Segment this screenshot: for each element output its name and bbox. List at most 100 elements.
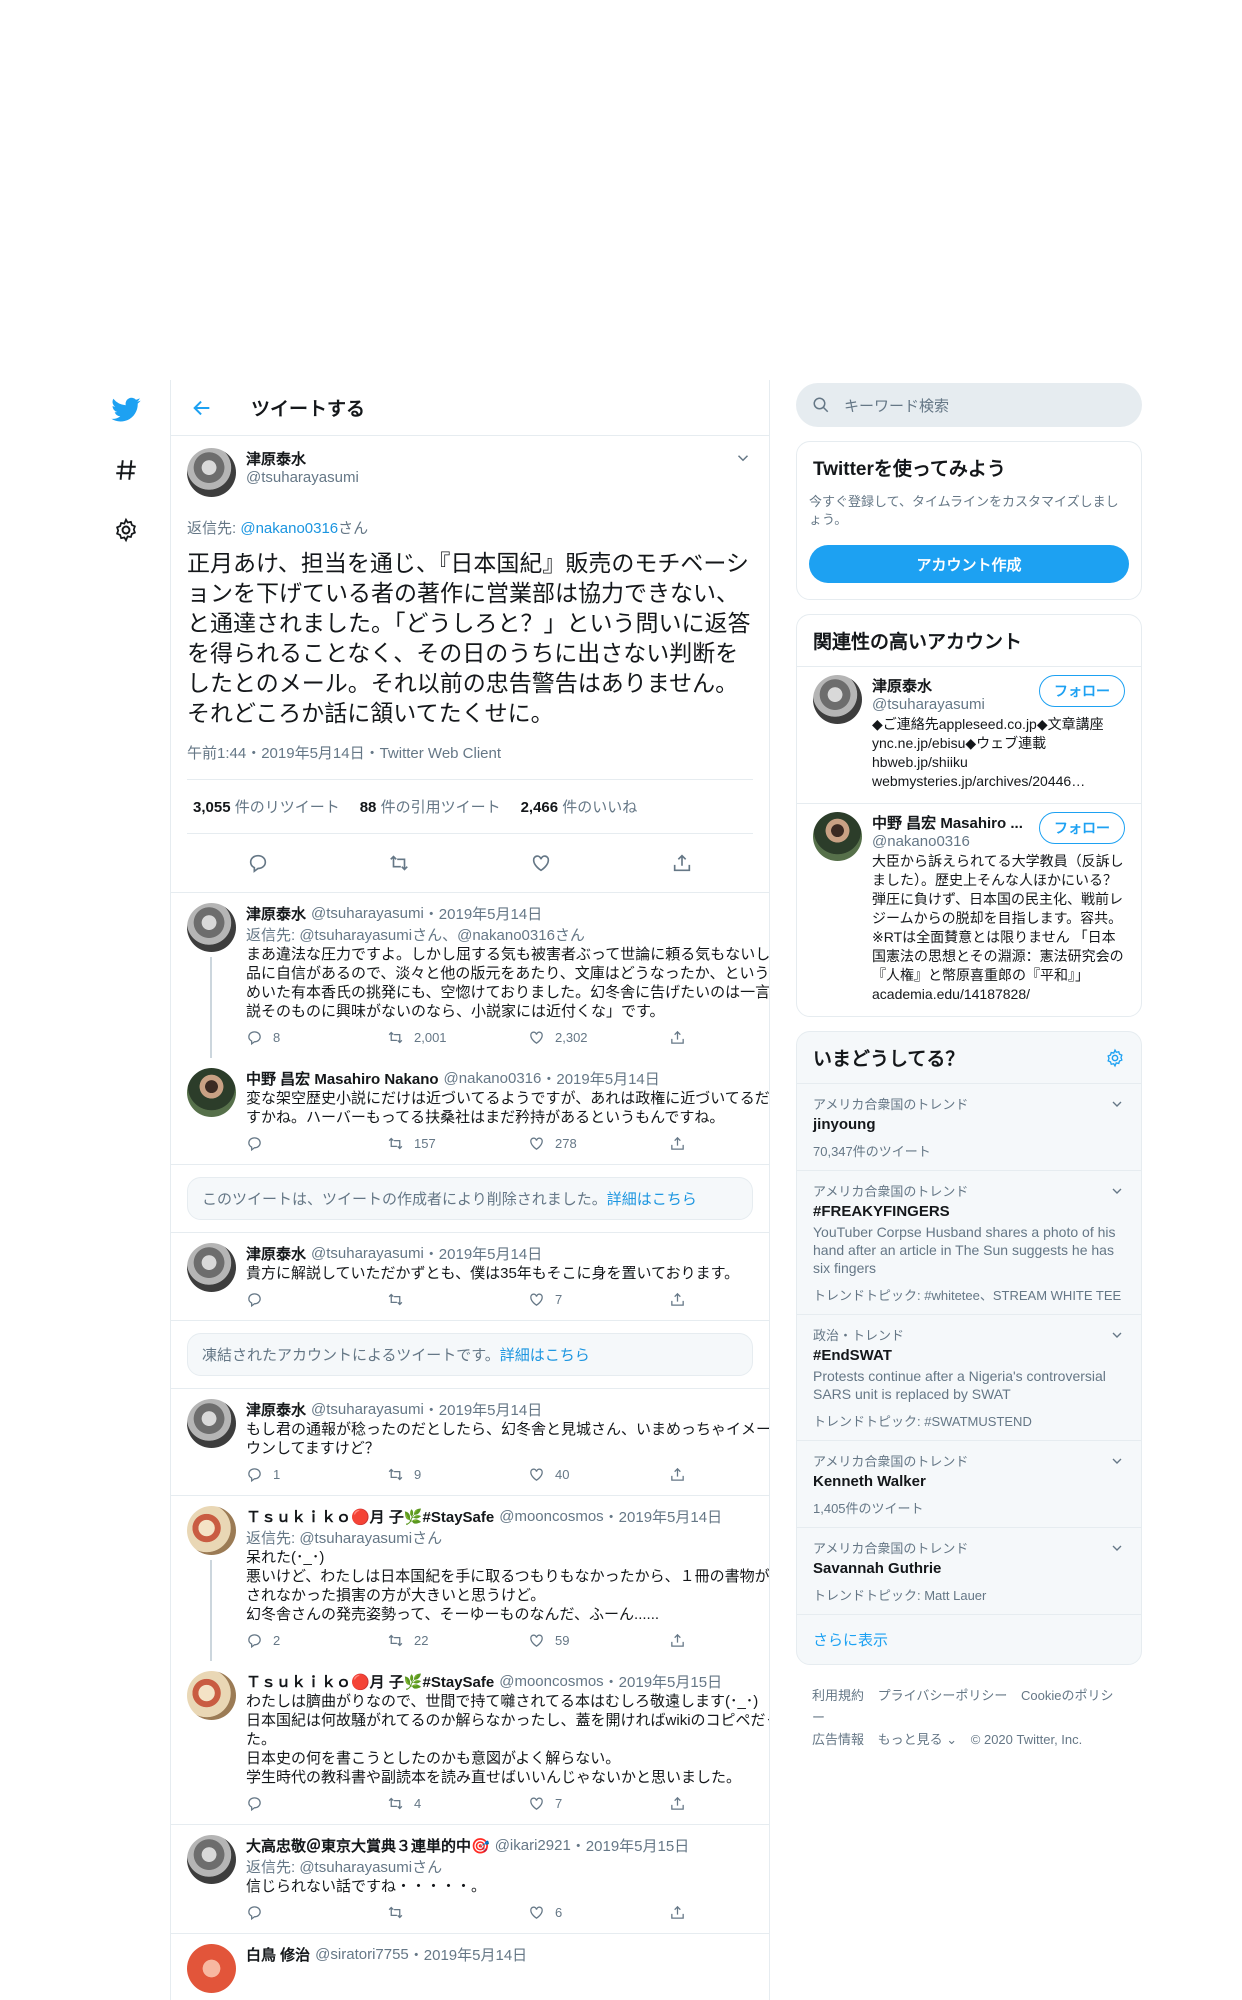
tweet-menu-button[interactable] <box>733 448 753 468</box>
reply-button[interactable] <box>246 1291 387 1308</box>
reply-to[interactable]: 返信先: @tsuharayasumiさん、@nakano0316さん <box>246 924 769 945</box>
share-button[interactable] <box>669 1135 770 1152</box>
share-button[interactable] <box>669 1632 770 1649</box>
search-input[interactable]: キーワード検索 <box>796 383 1142 427</box>
like-icon[interactable] <box>530 852 552 874</box>
avatar[interactable] <box>187 1506 236 1555</box>
reply-to[interactable]: 返信先: @tsuharayasumiさん <box>246 1856 769 1877</box>
avatar[interactable] <box>187 903 236 952</box>
trend-item[interactable]: アメリカ合衆国のトレンド Savannah Guthrie トレンドトピック: … <box>797 1527 1141 1614</box>
user-name[interactable]: 白鳥 修治 <box>246 1944 310 1965</box>
likes-stat[interactable]: 2,466 件のいいね <box>521 796 638 817</box>
like-button[interactable]: 40 <box>528 1466 669 1483</box>
user-handle[interactable]: @tsuharayasumi <box>311 1245 424 1262</box>
footer-link[interactable]: 広告情報 <box>812 1732 864 1747</box>
retweet-button[interactable]: 4 <box>387 1795 528 1812</box>
details-link[interactable]: 詳細はこちら <box>500 1347 590 1364</box>
twitter-home-button[interactable] <box>104 388 148 432</box>
user-handle[interactable]: @tsuharayasumi <box>311 1401 424 1418</box>
user-name[interactable]: 大高忠敬＠東京大賞典３連単的中🎯 <box>246 1835 490 1856</box>
tweet-date[interactable]: ・2019年5月14日 <box>409 1944 527 1965</box>
account-item[interactable]: 津原泰水 @tsuharayasumi フォロー ◆ご連絡先appleseed.… <box>797 666 1141 803</box>
trend-menu-button[interactable] <box>1107 1325 1127 1345</box>
user-handle[interactable]: @tsuharayasumi <box>246 469 733 486</box>
reply-to[interactable]: 返信先: @tsuharayasumiさん <box>246 1527 769 1548</box>
user-name[interactable]: Ｔｓｕｋｉｋｏ🔴月 子🌿#StaySafe <box>246 1506 494 1527</box>
user-name[interactable]: 中野 昌宏 Masahiro Nakano <box>246 1068 439 1089</box>
avatar[interactable] <box>187 1399 236 1448</box>
user-handle[interactable]: @mooncosmos <box>499 1673 603 1690</box>
avatar[interactable] <box>813 812 862 861</box>
avatar[interactable] <box>187 1671 236 1720</box>
account-name[interactable]: 中野 昌宏 Masahiro ... <box>872 812 1023 833</box>
avatar[interactable] <box>813 675 862 724</box>
reply-button[interactable]: 1 <box>246 1466 387 1483</box>
reply-handle-link[interactable]: @nakano0316 <box>240 520 338 537</box>
retweets-stat[interactable]: 3,055 件のリツイート <box>193 796 340 817</box>
share-button[interactable] <box>669 1795 770 1812</box>
tweet-date[interactable]: ・2019年5月14日 <box>541 1068 659 1089</box>
trend-menu-button[interactable] <box>1107 1451 1127 1471</box>
user-handle[interactable]: @tsuharayasumi <box>311 905 424 922</box>
retweet-button[interactable] <box>387 1291 528 1308</box>
footer-link[interactable]: もっと見る ⌄ <box>878 1732 958 1747</box>
account-handle[interactable]: @tsuharayasumi <box>872 696 985 713</box>
reply-tweet[interactable]: 大高忠敬＠東京大賞典３連単的中🎯 @ikari2921 ・2019年5月15日 返信… <box>171 1825 769 1934</box>
footer-link[interactable]: 利用規約 <box>812 1688 864 1703</box>
tweet-date[interactable]: ・2019年5月15日 <box>571 1835 689 1856</box>
share-button[interactable] <box>669 1466 770 1483</box>
reply-tweet[interactable]: 中野 昌宏 Masahiro Nakano @nakano0316 ・2019年5月… <box>171 1058 769 1165</box>
reply-tweet[interactable]: 津原泰水 @tsuharayasumi ・2019年5月14日 もし君の通報が稔った… <box>171 1389 769 1496</box>
user-handle[interactable]: @ikari2921 <box>495 1837 571 1854</box>
trend-item[interactable]: アメリカ合衆国のトレンド #FREAKYFINGERS YouTuber Cor… <box>797 1170 1141 1314</box>
avatar[interactable] <box>187 1835 236 1884</box>
avatar[interactable] <box>187 448 236 497</box>
reply-tweet[interactable]: 津原泰水 @tsuharayasumi ・2019年5月14日 返信先: @tsuh… <box>171 893 769 1058</box>
user-name[interactable]: 津原泰水 <box>246 448 733 469</box>
reply-tweet[interactable]: Ｔｓｕｋｉｋｏ🔴月 子🌿#StaySafe @mooncosmos ・2019年5月… <box>171 1661 769 1825</box>
avatar[interactable] <box>187 1068 236 1117</box>
account-name[interactable]: 津原泰水 <box>872 675 985 696</box>
back-button[interactable] <box>187 393 217 423</box>
reply-tweet[interactable]: 津原泰水 @tsuharayasumi ・2019年5月14日 貴方に解説していただ… <box>171 1233 769 1321</box>
user-handle[interactable]: @nakano0316 <box>444 1070 542 1087</box>
user-name[interactable]: 津原泰水 <box>246 1243 306 1264</box>
reply-tweet[interactable]: 白鳥 修治 @siratori7755 ・2019年5月14日 <box>171 1934 769 2000</box>
retweet-button[interactable]: 22 <box>387 1632 528 1649</box>
share-icon[interactable] <box>671 852 693 874</box>
avatar[interactable] <box>187 1944 236 1993</box>
reply-tweet[interactable]: Ｔｓｕｋｉｋｏ🔴月 子🌿#StaySafe @mooncosmos ・2019年5月… <box>171 1496 769 1661</box>
reply-button[interactable] <box>246 1795 387 1812</box>
like-button[interactable]: 2,302 <box>528 1029 669 1046</box>
trend-item[interactable]: 政治・トレンド #EndSWAT Protests continue after… <box>797 1314 1141 1440</box>
show-more-link[interactable]: さらに表示 <box>797 1614 1141 1664</box>
tweet-date[interactable]: ・2019年5月14日 <box>424 1243 542 1264</box>
trend-menu-button[interactable] <box>1107 1181 1127 1201</box>
tweet-date[interactable]: ・2019年5月14日 <box>424 1399 542 1420</box>
reply-button[interactable] <box>246 1904 387 1921</box>
follow-button[interactable]: フォロー <box>1039 675 1125 707</box>
trend-item[interactable]: アメリカ合衆国のトレンド jinyoung 70,347件のツイート <box>797 1083 1141 1170</box>
trend-menu-button[interactable] <box>1107 1094 1127 1114</box>
share-button[interactable] <box>669 1029 770 1046</box>
like-button[interactable]: 7 <box>528 1795 669 1812</box>
retweet-button[interactable]: 2,001 <box>387 1029 528 1046</box>
tweet-date[interactable]: ・2019年5月14日 <box>604 1506 722 1527</box>
reply-icon[interactable] <box>247 852 269 874</box>
share-button[interactable] <box>669 1291 770 1308</box>
reply-button[interactable]: 2 <box>246 1632 387 1649</box>
retweet-button[interactable]: 9 <box>387 1466 528 1483</box>
user-name[interactable]: 津原泰水 <box>246 1399 306 1420</box>
gear-icon[interactable] <box>1105 1048 1125 1068</box>
like-button[interactable]: 7 <box>528 1291 669 1308</box>
explore-button[interactable] <box>104 448 148 492</box>
share-button[interactable] <box>669 1904 770 1921</box>
trend-item[interactable]: アメリカ合衆国のトレンド Kenneth Walker 1,405件のツイート <box>797 1440 1141 1527</box>
quotes-stat[interactable]: 88 件の引用ツイート <box>360 796 501 817</box>
tweet-date[interactable]: ・2019年5月14日 <box>424 903 542 924</box>
follow-button[interactable]: フォロー <box>1039 812 1125 844</box>
user-name[interactable]: 津原泰水 <box>246 903 306 924</box>
retweet-button[interactable] <box>387 1904 528 1921</box>
like-button[interactable]: 59 <box>528 1632 669 1649</box>
account-handle[interactable]: @nakano0316 <box>872 833 1023 850</box>
